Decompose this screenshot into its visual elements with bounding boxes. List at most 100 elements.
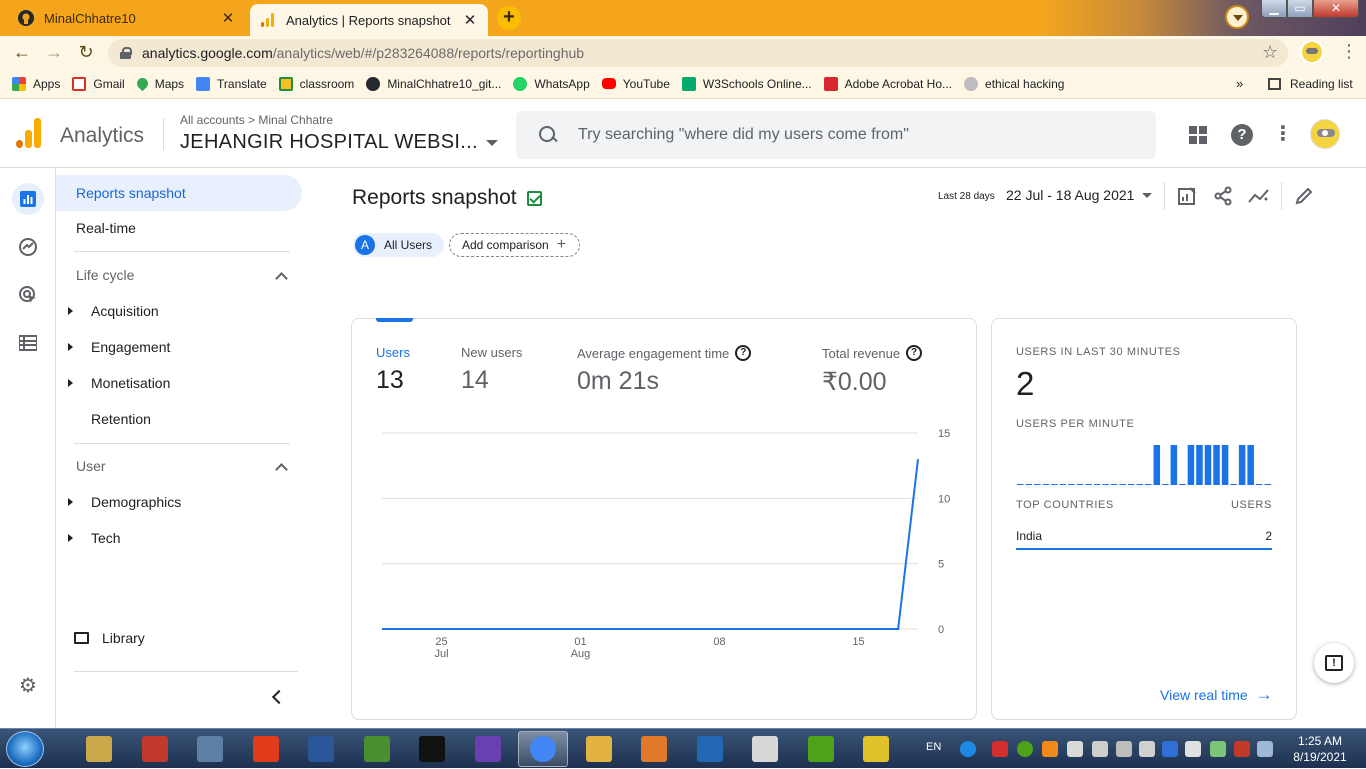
search-input[interactable]: Try searching "where did my users come f… (516, 111, 1156, 159)
profile-avatar[interactable] (1300, 40, 1324, 64)
taskbar-app-chrome[interactable] (518, 731, 568, 767)
feedback-button[interactable]: ! (1314, 643, 1354, 683)
nav-engagement[interactable]: Engagement (68, 332, 170, 362)
bookmark-translate[interactable]: Translate (196, 77, 267, 91)
tab-github[interactable]: MinalChhatre10 ✕ (8, 2, 246, 34)
collapse-nav-icon[interactable] (270, 690, 284, 704)
reports-icon[interactable] (12, 183, 44, 215)
chevron-up-icon[interactable] (276, 462, 286, 472)
page-title-text: Reports snapshot (352, 186, 517, 210)
taskbar-app-file-explorer[interactable] (574, 731, 624, 767)
reading-list-button[interactable]: Reading list (1268, 77, 1353, 91)
breadcrumb[interactable]: All accounts > Minal Chhatre (180, 113, 333, 127)
insights-icon[interactable] (1248, 186, 1270, 208)
taskbar-app-ms-office-outlook[interactable] (130, 731, 180, 767)
taskbar-app-computer[interactable] (185, 731, 235, 767)
signal-icon[interactable] (1185, 741, 1201, 757)
bookmark-classroom[interactable]: classroom (279, 77, 355, 91)
reload-button[interactable]: ↻ (75, 42, 97, 64)
bookmark-github[interactable]: MinalChhatre10_git... (366, 77, 501, 91)
bookmark-ethical-hacking[interactable]: ethical hacking (964, 77, 1064, 91)
app-tray-icon[interactable] (1042, 741, 1058, 757)
browser-menu-icon[interactable]: ⋮ (1340, 42, 1358, 60)
taskbar-app-office[interactable] (241, 731, 291, 767)
advertising-icon[interactable] (12, 279, 44, 311)
taskbar-app-eclipse[interactable] (629, 731, 679, 767)
close-tab-icon[interactable]: ✕ (220, 9, 236, 27)
close-tab-icon[interactable]: ✕ (462, 11, 478, 29)
chevron-up-icon[interactable] (276, 271, 286, 281)
expand-arrow-icon (68, 307, 73, 315)
close-window-button[interactable]: ✕ (1313, 0, 1359, 18)
language-indicator[interactable]: EN (926, 741, 941, 753)
address-bar[interactable]: analytics.google.com/analytics/web/#/p28… (108, 39, 1288, 67)
bookmark-youtube[interactable]: YouTube (602, 77, 670, 91)
nav-retention[interactable]: Retention (68, 404, 151, 434)
nav-section-user[interactable]: User (76, 458, 106, 474)
taskbar-app-cmd[interactable] (407, 731, 457, 767)
bookmark-apps[interactable]: Apps (12, 77, 60, 91)
nav-section-lifecycle[interactable]: Life cycle (76, 267, 134, 283)
admin-gear-icon[interactable]: ⚙ (17, 675, 39, 697)
share-icon[interactable] (1212, 186, 1234, 208)
nav-monetisation[interactable]: Monetisation (68, 368, 170, 398)
nav-library[interactable]: Library (74, 623, 145, 653)
reading-list-icon (1268, 78, 1281, 90)
nav-demographics[interactable]: Demographics (68, 487, 181, 517)
help-icon[interactable]: ? (1231, 124, 1253, 146)
nav-reports-snapshot[interactable]: Reports snapshot (56, 175, 302, 211)
forward-button[interactable]: → (43, 42, 65, 64)
customize-report-icon[interactable] (1176, 186, 1198, 208)
apps-grid-icon[interactable] (1187, 124, 1209, 146)
bookmark-w3schools[interactable]: W3Schools Online... (682, 77, 812, 91)
nav-realtime[interactable]: Real-time (56, 210, 302, 246)
network-blocked-icon[interactable] (1139, 741, 1155, 757)
help-tray-icon[interactable] (960, 741, 976, 757)
configure-list-icon[interactable] (12, 327, 44, 359)
maximize-button[interactable]: ▭ (1287, 0, 1313, 18)
view-realtime-link[interactable]: View real time→ (1160, 685, 1273, 705)
bookmark-star-icon[interactable]: ☆ (1262, 42, 1278, 63)
tab-analytics[interactable]: Analytics | Reports snapshot ✕ (250, 4, 488, 36)
back-button[interactable]: ← (11, 42, 33, 64)
usb-icon[interactable] (1092, 741, 1108, 757)
minimize-button[interactable]: ▁ (1261, 0, 1287, 18)
antivirus-tray-icon[interactable] (992, 741, 1008, 757)
taskbar-app-explorer-libraries[interactable] (74, 731, 124, 767)
taskbar-app-word[interactable] (296, 731, 346, 767)
taskbar-app-3d-app[interactable] (851, 731, 901, 767)
display-icon[interactable] (1257, 741, 1273, 757)
add-comparison-button[interactable]: Add comparison+ (449, 233, 580, 257)
taskbar-app-calendar[interactable] (740, 731, 790, 767)
taskbar-app-utorrent[interactable] (796, 731, 846, 767)
nav-acquisition[interactable]: Acquisition (68, 296, 159, 326)
more-vert-icon[interactable]: ⋮ (1272, 124, 1294, 146)
tab-search-button[interactable] (1225, 5, 1249, 29)
bookmark-gmail[interactable]: Gmail (72, 77, 124, 91)
bookmark-whatsapp[interactable]: WhatsApp (513, 77, 589, 91)
system-clock[interactable]: 1:25 AM 8/19/2021 (1290, 733, 1350, 765)
account-avatar[interactable] (1310, 119, 1340, 149)
battery-icon[interactable] (1210, 741, 1226, 757)
taskbar-app-project[interactable] (352, 731, 402, 767)
edit-pencil-icon[interactable] (1293, 186, 1315, 208)
utorrent-tray-icon[interactable] (1017, 741, 1033, 757)
tools-icon[interactable] (1234, 741, 1250, 757)
taskbar-app-visual-studio[interactable] (463, 731, 513, 767)
explore-icon[interactable] (12, 231, 44, 263)
new-tab-button[interactable]: + (497, 6, 521, 30)
date-range-selector[interactable]: 22 Jul - 18 Aug 2021 (1006, 187, 1152, 203)
nav-tech[interactable]: Tech (68, 523, 121, 553)
bookmark-maps[interactable]: Maps (137, 77, 184, 91)
move-icon[interactable] (1116, 741, 1132, 757)
nav-divider (74, 443, 290, 444)
bluetooth-icon[interactable] (1162, 741, 1178, 757)
taskbar-app-r-lang[interactable] (685, 731, 735, 767)
analytics-logo-icon[interactable] (16, 118, 42, 148)
volume-icon[interactable] (1067, 741, 1083, 757)
property-selector[interactable]: JEHANGIR HOSPITAL WEBSI... (180, 131, 498, 154)
bookmark-acrobat[interactable]: Adobe Acrobat Ho... (824, 77, 952, 91)
start-button[interactable] (6, 731, 44, 767)
all-users-chip[interactable]: AAll Users (353, 233, 444, 257)
more-bookmarks-button[interactable]: » (1236, 76, 1243, 91)
